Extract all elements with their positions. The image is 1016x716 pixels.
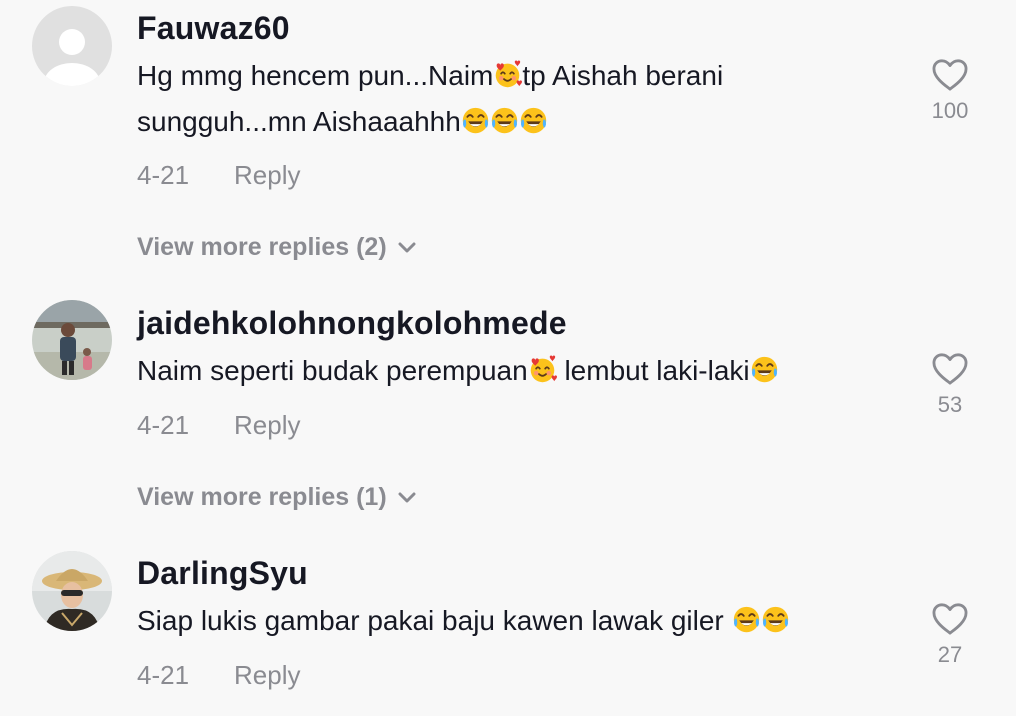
face-with-tears-of-joy-emoji — [750, 355, 779, 384]
user-photo-avatar — [32, 551, 112, 631]
comment-text: Hg mmg hencem pun...Naim tp Aishah berani… — [137, 53, 857, 145]
comment-username[interactable]: DarlingSyu — [137, 555, 308, 592]
chevron-down-icon — [397, 492, 417, 504]
view-more-replies-label: View more replies (1) — [137, 483, 387, 511]
default-avatar-icon — [32, 6, 112, 86]
avatar[interactable] — [32, 6, 112, 86]
comment-date: 4-21 — [137, 160, 190, 190]
face-with-tears-of-joy-emoji — [519, 106, 548, 135]
smiling-face-with-hearts-emoji — [493, 60, 522, 89]
reply-button[interactable]: Reply — [234, 160, 300, 190]
comment-text-part: Naim seperti budak perempuan — [137, 355, 528, 386]
avatar[interactable] — [32, 551, 112, 631]
face-with-tears-of-joy-emoji — [490, 106, 519, 135]
avatar[interactable] — [32, 300, 112, 380]
comment-meta: 4-21 Reply — [137, 410, 300, 441]
like-count: 100 — [931, 98, 969, 123]
smiling-face-with-hearts-emoji — [528, 355, 557, 384]
comment-text: Naim seperti budak perempuan lembut laki… — [137, 348, 857, 394]
like-count: 53 — [937, 392, 963, 417]
comment-text: Siap lukis gambar pakai baju kawen lawak… — [137, 598, 857, 644]
comment-text-part: Siap lukis gambar pakai baju kawen lawak… — [137, 605, 732, 636]
chevron-down-icon — [397, 242, 417, 254]
like-button[interactable]: 100 — [918, 58, 982, 124]
comment-date: 4-21 — [137, 660, 190, 690]
reply-button[interactable]: Reply — [234, 410, 300, 440]
comment-date: 4-21 — [137, 410, 190, 440]
user-photo-avatar — [32, 300, 112, 380]
comment-username[interactable]: jaidehkolohnongkolohmede — [137, 305, 567, 342]
reply-button[interactable]: Reply — [234, 660, 300, 690]
heart-outline-icon — [931, 602, 969, 636]
comment-text-part: Hg mmg hencem pun...Naim — [137, 60, 494, 91]
comment-meta: 4-21 Reply — [137, 160, 300, 191]
like-button[interactable]: 27 — [918, 602, 982, 668]
like-button[interactable]: 53 — [918, 352, 982, 418]
view-more-replies-label: View more replies (2) — [137, 233, 387, 261]
view-more-replies-button[interactable]: View more replies (2) — [137, 233, 417, 262]
face-with-tears-of-joy-emoji — [732, 605, 761, 634]
like-count: 27 — [937, 642, 963, 667]
comment-text-part: lembut laki-laki — [556, 355, 750, 386]
comment-username[interactable]: Fauwaz60 — [137, 10, 290, 47]
heart-outline-icon — [931, 58, 969, 92]
face-with-tears-of-joy-emoji — [761, 605, 790, 634]
heart-outline-icon — [931, 352, 969, 386]
face-with-tears-of-joy-emoji — [461, 106, 490, 135]
comment-meta: 4-21 Reply — [137, 660, 300, 691]
view-more-replies-button[interactable]: View more replies (1) — [137, 483, 417, 512]
